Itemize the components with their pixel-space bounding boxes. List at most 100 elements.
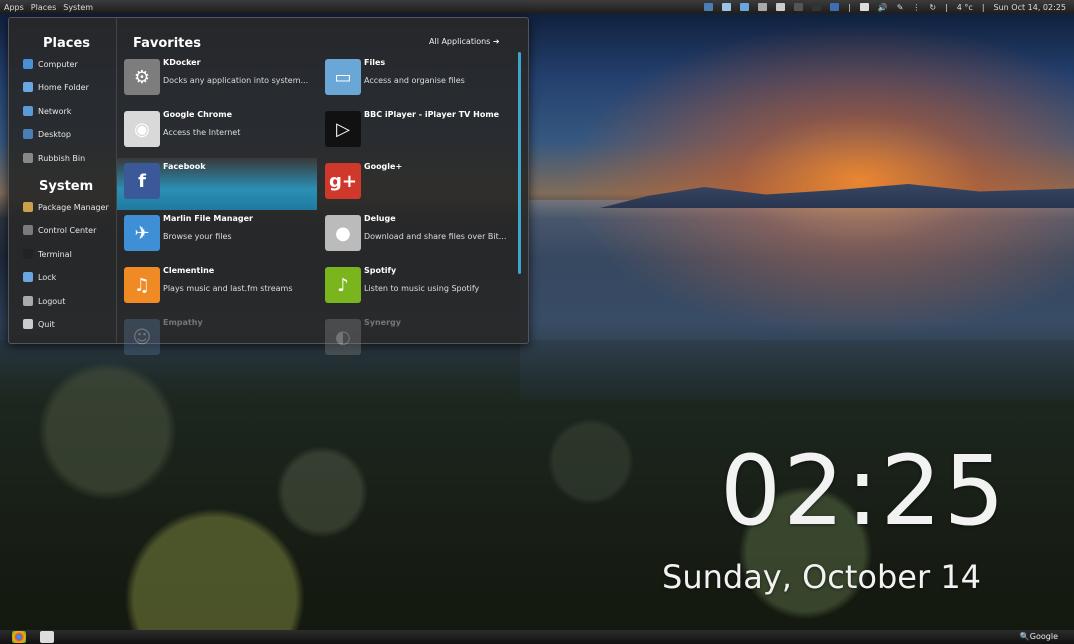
tray-monitor-icon[interactable] — [740, 3, 750, 11]
facebook-icon: f — [124, 163, 160, 199]
system-item-label: Terminal — [38, 249, 72, 259]
places-menu[interactable]: Places — [31, 3, 56, 12]
home-folder-icon — [23, 82, 33, 92]
empathy-icon: ☺ — [124, 319, 160, 355]
tray-separator-2: | — [945, 2, 948, 12]
tray-picture-icon[interactable] — [758, 3, 768, 11]
weather-indicator[interactable]: 4 °c — [957, 3, 973, 12]
places-item[interactable]: Computer — [23, 59, 78, 69]
mail-icon[interactable] — [859, 3, 869, 11]
favorites-scrollbar[interactable] — [518, 52, 521, 274]
system-item-label: Quit — [38, 319, 55, 329]
favorite-app-name: Google Chrome — [163, 110, 233, 119]
places-item[interactable]: Home Folder — [23, 82, 89, 92]
google-plus-icon: g+ — [325, 163, 361, 199]
places-heading: Places — [43, 36, 91, 51]
favorite-app-item[interactable]: ◉ Google Chrome Access the Internet — [117, 106, 317, 158]
favorite-app-name: BBC iPlayer - iPlayer TV Home — [364, 110, 500, 119]
tray-chevron-icon[interactable] — [812, 3, 822, 11]
places-item[interactable]: Rubbish Bin — [23, 153, 85, 163]
tray-photo-icon[interactable] — [722, 3, 732, 11]
apps-menu[interactable]: Apps — [4, 3, 24, 12]
show-desktop-icon[interactable] — [40, 631, 54, 643]
chrome-taskbar-icon[interactable] — [12, 631, 26, 643]
places-item-label: Rubbish Bin — [38, 153, 86, 163]
places-item[interactable]: Network — [23, 106, 71, 116]
top-menu: Apps Places System — [0, 3, 93, 12]
tray-window-icon[interactable] — [776, 3, 786, 11]
control-center-icon — [23, 225, 33, 235]
system-item[interactable]: Terminal — [23, 249, 72, 259]
marlin-icon: ✈ — [124, 215, 160, 251]
folder-icon: ▭ — [325, 59, 361, 95]
favorite-app-name: Files — [364, 58, 386, 67]
tray-dropbox-icon[interactable] — [794, 3, 804, 11]
favorite-app-name: Empathy — [163, 318, 203, 327]
desktop-clock-time: 02:25 — [720, 435, 1007, 547]
iplayer-icon: ▷ — [325, 111, 361, 147]
synergy-icon: ◐ — [325, 319, 361, 355]
terminal-icon — [23, 249, 33, 259]
computer-icon — [23, 59, 33, 69]
system-item[interactable]: Quit — [23, 319, 55, 329]
favorite-app-description: Browse your files — [163, 232, 232, 241]
system-item-label: Lock — [38, 272, 57, 282]
favorite-app-description: Access the Internet — [163, 128, 241, 137]
system-menu[interactable]: System — [63, 3, 93, 12]
favorite-app-description: Plays music and last.fm streams — [163, 284, 293, 293]
favorite-app-name: Synergy — [364, 318, 401, 327]
tray-separator-3: | — [981, 2, 985, 12]
pen-icon[interactable]: ✎ — [897, 3, 904, 12]
network-icon — [23, 106, 33, 116]
system-item[interactable]: Lock — [23, 272, 56, 282]
favorite-app-description: Listen to music using Spotify — [364, 284, 480, 293]
favorite-app-description: Download and share files over Bit... — [364, 232, 507, 241]
package-icon — [23, 202, 33, 212]
favorite-app-item[interactable]: ▷ BBC iPlayer - iPlayer TV Home — [318, 106, 518, 158]
favorite-app-item[interactable]: ⚙ KDocker Docks any application into syste… — [117, 54, 317, 106]
deluge-icon: ● — [325, 215, 361, 251]
desktop-icon — [23, 129, 33, 139]
lock-icon — [23, 272, 33, 282]
favorite-app-item[interactable]: ◐ Synergy — [318, 314, 518, 355]
datetime-indicator[interactable]: Sun Oct 14, 02:25 — [994, 3, 1066, 12]
favorite-app-item[interactable]: ☺ Empathy — [117, 314, 317, 355]
favorite-app-item[interactable]: f Facebook — [117, 158, 317, 210]
all-applications-link[interactable]: All Applications ➜ — [429, 37, 500, 46]
favorite-app-item[interactable]: ✈ Marlin File Manager Browse your files — [117, 210, 317, 262]
system-item[interactable]: Control Center — [23, 225, 96, 235]
favorite-app-name: Deluge — [364, 214, 396, 223]
logout-icon — [23, 296, 33, 306]
volume-icon[interactable]: 🔊 — [878, 3, 888, 12]
places-item-label: Computer — [38, 59, 78, 69]
bottom-panel: 🔍Google — [0, 630, 1074, 644]
power-icon — [23, 319, 33, 329]
tray-shield-icon[interactable] — [830, 3, 840, 11]
favorite-app-item[interactable]: ▭ Files Access and organise files — [318, 54, 518, 106]
favorite-app-name: Marlin File Manager — [163, 214, 253, 223]
favorite-app-name: Clementine — [163, 266, 215, 275]
google-search-applet[interactable]: 🔍Google — [1020, 632, 1058, 641]
favorite-app-name: Facebook — [163, 162, 206, 171]
places-item-label: Desktop — [38, 129, 71, 139]
gear-icon: ⚙ — [124, 59, 160, 95]
chrome-icon: ◉ — [124, 111, 160, 147]
favorite-app-name: Spotify — [364, 266, 397, 275]
desktop-clock-date: Sunday, October 14 — [662, 558, 982, 596]
trash-icon — [23, 153, 33, 163]
refresh-icon[interactable]: ↻ — [929, 3, 936, 12]
favorite-app-item[interactable]: ● Deluge Download and share files over Bit… — [318, 210, 518, 262]
system-item-label: Control Center — [38, 225, 97, 235]
system-item[interactable]: Logout — [23, 296, 65, 306]
tray-app-icon[interactable] — [704, 3, 714, 11]
places-item[interactable]: Desktop — [23, 129, 71, 139]
network-tray-icon[interactable]: ⋮ — [912, 3, 920, 12]
system-tray: | 🔊 ✎ ⋮ ↻ | 4 °c | Sun Oct 14, 02:25 — [704, 3, 1074, 12]
spotify-icon: ♪ — [325, 267, 361, 303]
places-item-label: Home Folder — [38, 82, 89, 92]
favorite-app-item[interactable]: g+ Google+ — [318, 158, 518, 210]
system-item-label: Package Manager — [38, 202, 109, 212]
system-item[interactable]: Package Manager — [23, 202, 109, 212]
favorite-app-item[interactable]: ♪ Spotify Listen to music using Spotify — [318, 262, 518, 314]
favorite-app-item[interactable]: ♫ Clementine Plays music and last.fm strea… — [117, 262, 317, 314]
